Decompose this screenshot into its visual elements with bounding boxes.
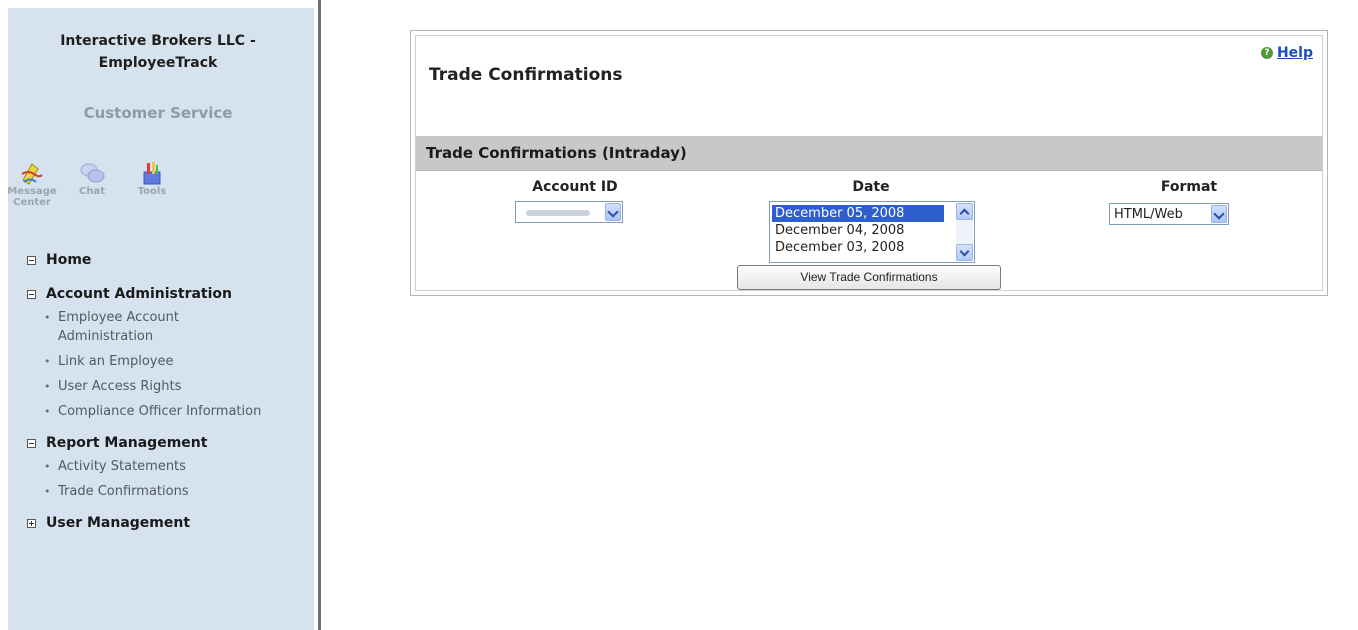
format-select[interactable]: HTML/Web xyxy=(1109,203,1229,225)
format-label: Format xyxy=(1160,179,1218,195)
date-scrollbar[interactable] xyxy=(956,203,973,261)
message-center-link[interactable]: Message Center xyxy=(2,160,62,208)
chat-label: Chat xyxy=(79,186,105,197)
chat-link[interactable]: Chat xyxy=(62,160,122,197)
account-id-select[interactable] xyxy=(515,201,623,223)
nav-user-management-label: User Management xyxy=(46,515,191,531)
sidebar: Interactive Brokers LLC - EmployeeTrack … xyxy=(7,8,314,630)
message-center-label-1: Message xyxy=(7,186,57,197)
account-administration-submenu: Employee Account Administration Link an … xyxy=(8,308,314,421)
scroll-down-icon[interactable] xyxy=(956,244,973,261)
brand-title: Interactive Brokers LLC - EmployeeTrack xyxy=(8,30,308,74)
nav-group-account-administration: Account Administration Employee Account … xyxy=(8,282,314,421)
report-management-submenu: Activity Statements Trade Confirmations xyxy=(8,457,314,501)
chevron-down-icon[interactable] xyxy=(605,203,621,221)
sidebar-nav: Home Account Administration Employee Acc… xyxy=(8,248,314,545)
nav-item-link-an-employee[interactable]: Link an Employee xyxy=(44,352,268,371)
tools-label: Tools xyxy=(137,186,167,197)
date-option[interactable]: December 04, 2008 xyxy=(772,222,944,239)
nav-report-management-label: Report Management xyxy=(46,435,208,451)
nav-group-report-management: Report Management Activity Statements Tr… xyxy=(8,431,314,501)
trade-confirmations-panel: Trade Confirmations ? Help Trade Confirm… xyxy=(410,30,1328,296)
date-option-selected[interactable]: December 05, 2008 xyxy=(772,205,944,222)
tools-link[interactable]: Tools xyxy=(122,160,182,197)
brand-line-1: Interactive Brokers LLC - xyxy=(60,33,256,49)
message-center-icon xyxy=(2,160,62,186)
nav-group-home: Home xyxy=(8,248,314,272)
brand-line-2: EmployeeTrack xyxy=(98,55,218,71)
nav-home[interactable]: Home xyxy=(8,248,314,272)
customer-service-heading: Customer Service xyxy=(83,104,233,122)
chat-icon xyxy=(62,160,122,186)
collapse-icon[interactable] xyxy=(27,255,36,265)
date-option[interactable]: December 03, 2008 xyxy=(772,239,944,256)
sidebar-divider[interactable] xyxy=(318,0,321,630)
help-icon: ? xyxy=(1260,47,1273,59)
help-link[interactable]: ? Help xyxy=(1260,45,1313,61)
date-label: Date xyxy=(852,179,890,195)
account-id-label: Account ID xyxy=(532,179,618,195)
help-label: Help xyxy=(1276,45,1313,61)
section-header: Trade Confirmations (Intraday) xyxy=(416,136,1323,171)
nav-group-user-management: User Management xyxy=(8,511,314,535)
expand-icon[interactable] xyxy=(27,518,36,528)
scroll-up-icon[interactable] xyxy=(956,203,973,220)
chevron-down-icon[interactable] xyxy=(1211,205,1227,223)
nav-item-employee-account-administration[interactable]: Employee Account Administration xyxy=(44,308,268,346)
nav-home-label: Home xyxy=(46,252,92,268)
page-title: Trade Confirmations xyxy=(429,65,623,85)
nav-item-compliance-officer-information[interactable]: Compliance Officer Information xyxy=(44,402,268,421)
nav-account-administration-label: Account Administration xyxy=(46,286,233,302)
nav-item-trade-confirmations[interactable]: Trade Confirmations xyxy=(44,482,268,501)
nav-item-user-access-rights[interactable]: User Access Rights xyxy=(44,377,268,396)
nav-report-management[interactable]: Report Management xyxy=(8,431,314,455)
date-listbox[interactable]: December 05, 2008 December 04, 2008 Dece… xyxy=(769,201,975,263)
message-center-label-2: Center xyxy=(13,197,51,208)
tools-icon xyxy=(122,160,182,186)
nav-user-management[interactable]: User Management xyxy=(8,511,314,535)
account-id-value xyxy=(516,205,605,220)
date-options: December 05, 2008 December 04, 2008 Dece… xyxy=(772,205,944,256)
nav-account-administration[interactable]: Account Administration xyxy=(8,282,314,306)
nav-item-activity-statements[interactable]: Activity Statements xyxy=(44,457,268,476)
collapse-icon[interactable] xyxy=(27,289,36,299)
format-value: HTML/Web xyxy=(1114,206,1183,222)
collapse-icon[interactable] xyxy=(27,438,36,448)
view-trade-confirmations-button[interactable]: View Trade Confirmations xyxy=(737,265,1001,290)
